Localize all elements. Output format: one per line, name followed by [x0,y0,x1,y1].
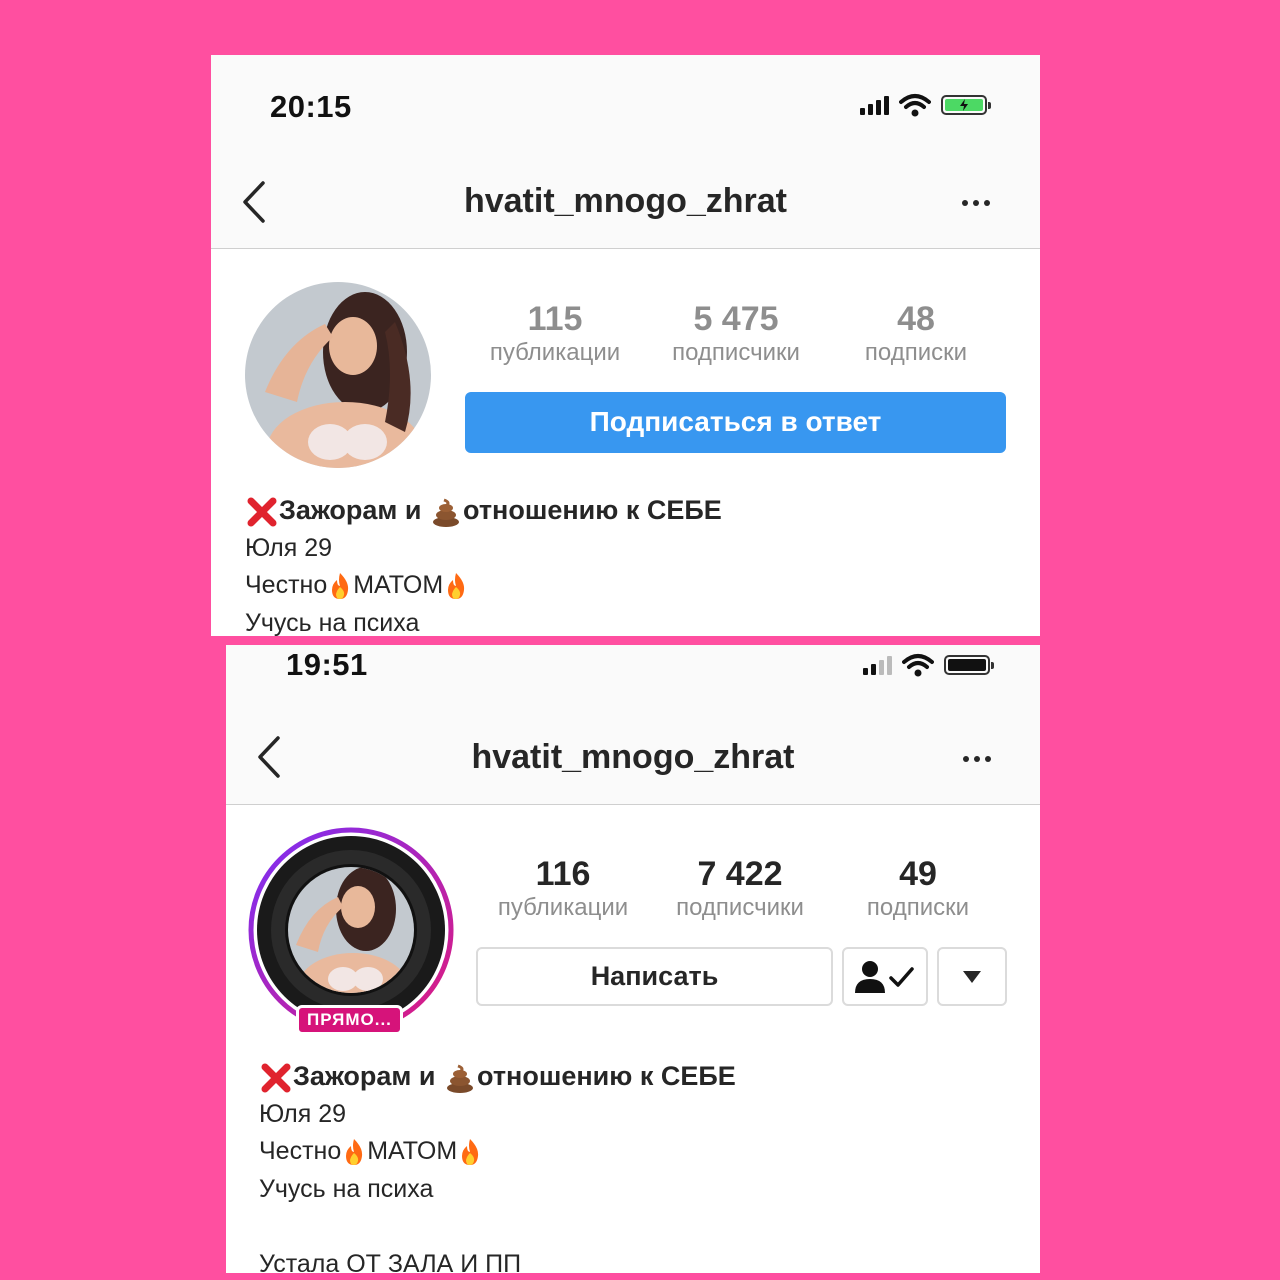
profile-stats: 115 публикации 5 475 подписчики 48 подпи… [465,300,1005,368]
status-time: 20:15 [270,89,352,124]
status-icons [863,653,994,677]
profile-avatar-live[interactable]: ПРЯМО... [248,827,454,1035]
fire-icon [448,573,465,600]
bio-headline-part2: отношению к СЕБЕ [477,1061,736,1091]
stat-posts-label: публикации [497,894,629,921]
profile-stats: 116 публикации 7 422 подписчики 49 подпи… [478,855,1004,923]
follow-back-button[interactable]: Подписаться в ответ [465,392,1006,453]
profile-bio: Зажорам и отношению к СЕБЕ Юля 29 Честно… [259,1058,736,1273]
bio-headline: Зажорам и отношению к СЕБЕ [259,1058,736,1096]
profile-avatar[interactable] [245,282,431,468]
stat-following-value: 48 [897,300,935,338]
stat-followers-value: 7 422 [697,855,783,893]
stat-followers-label: подписчики [676,894,804,921]
status-bar: 19:51 [226,645,1040,718]
bio-line-2: Юля 29 [245,533,333,562]
poop-icon [433,498,459,527]
signal-icon [863,655,892,675]
live-badge: ПРЯМО... [296,1005,403,1035]
bio-line-3: Честно МАТОМ [259,1133,736,1171]
stat-posts-label: публикации [489,339,621,366]
stat-posts[interactable]: 116 публикации [478,855,648,923]
bio-line-5: Устала ОТ ЗАЛА И ПП [259,1249,522,1274]
stat-followers[interactable]: 5 475 подписчики [645,300,827,368]
screenshot-bottom: 19:51 hvatit_mnogo_zhrat ПРЯМО... 116 пу… [226,645,1040,1273]
message-button-label: Написать [590,961,719,991]
status-icons [860,93,991,117]
signal-icon [860,95,889,115]
stat-following-value: 49 [899,855,937,893]
stat-posts[interactable]: 115 публикации [465,300,645,368]
bio-line-3-a: Честно [259,1137,342,1165]
bio-line-4: Учусь на психа [245,608,420,637]
profile-bio: Зажорам и отношению к СЕБЕ Юля 29 Честно… [245,492,722,636]
nav-bar: hvatit_mnogo_zhrat [226,718,1040,805]
battery-icon [941,95,991,115]
poop-icon [447,1064,473,1093]
cross-mark-icon [247,497,277,527]
bio-line-3-b: МАТОМ [353,571,444,599]
bio-spacer [259,1208,736,1246]
screenshot-top: 20:15 hvatit_mnogo_zhrat 115 публикации … [211,55,1040,636]
wifi-icon [902,654,934,677]
bio-line-3-b: МАТОМ [367,1137,458,1165]
suggestions-dropdown-button[interactable] [937,947,1007,1006]
fire-icon [332,573,349,600]
stat-following-label: подписки [864,339,968,366]
stat-followers-label: подписчики [672,339,800,366]
bio-headline-part1: Зажорам и [293,1061,436,1091]
status-time: 19:51 [286,647,368,682]
battery-icon [944,655,994,675]
following-status-button[interactable] [842,947,928,1006]
wifi-icon [899,94,931,117]
caret-down-icon [963,970,981,983]
nav-bar: hvatit_mnogo_zhrat [211,160,1040,249]
bio-line-3-a: Честно [245,571,328,599]
more-dots-icon[interactable] [962,200,990,206]
bio-line-2: Юля 29 [259,1099,347,1128]
bio-headline-part2: отношению к СЕБЕ [463,495,722,525]
stat-posts-value: 116 [535,855,591,893]
status-bar: 20:15 [211,55,1040,160]
bio-line-4: Учусь на психа [259,1174,434,1203]
stat-posts-value: 115 [527,300,583,338]
stat-followers[interactable]: 7 422 подписчики [648,855,832,923]
profile-username: hvatit_mnogo_zhrat [471,738,795,776]
stat-following[interactable]: 48 подписки [827,300,1005,368]
stat-following[interactable]: 49 подписки [832,855,1004,923]
bio-line-3: Честно МАТОМ [245,567,722,605]
stat-following-label: подписки [866,894,970,921]
more-dots-icon[interactable] [963,756,991,762]
bio-headline: Зажорам и отношению к СЕБЕ [245,492,722,530]
profile-username: hvatit_mnogo_zhrat [463,182,788,220]
fire-icon [346,1139,363,1166]
message-button[interactable]: Написать [476,947,833,1006]
cross-mark-icon [261,1063,291,1093]
bio-headline-part1: Зажорам и [279,495,422,525]
person-check-icon [855,960,914,993]
stat-followers-value: 5 475 [693,300,779,338]
fire-icon [462,1139,479,1166]
